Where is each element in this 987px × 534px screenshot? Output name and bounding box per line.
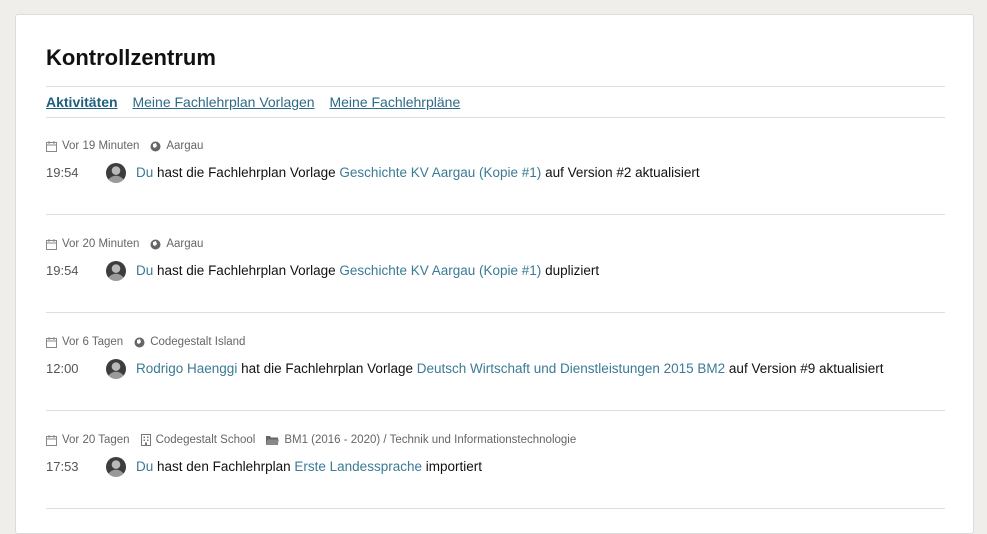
activity-line: 19:54 Du hast die Fachlehrplan Vorlage G… [46, 260, 599, 282]
activity-meta: Vor 19 Minuten Aargau [46, 138, 945, 154]
activity-text: hast die Fachlehrplan Vorlage [157, 263, 336, 278]
activity-location-label: Aargau [166, 238, 204, 250]
activity-text: hat die Fachlehrplan Vorlage [241, 361, 413, 376]
object-link[interactable]: Geschichte KV Aargau (Kopie #1) [339, 260, 541, 282]
calendar-icon [46, 336, 57, 348]
globe-icon [134, 337, 145, 347]
avatar [106, 163, 126, 183]
folder-icon [266, 436, 280, 445]
activity-location-label: Aargau [166, 140, 204, 152]
actor-link[interactable]: Du [136, 260, 153, 282]
activity-folder: BM1 (2016 - 2020) / Technik und Informat… [266, 432, 576, 448]
globe-icon [150, 239, 161, 249]
control-center-panel: Kontrollzentrum Aktivitäten Meine Fachle… [15, 14, 974, 534]
activity-text: auf Version #2 aktualisiert [545, 165, 700, 180]
object-link[interactable]: Geschichte KV Aargau (Kopie #1) [339, 162, 541, 184]
activity-line: 17:53 Du hast den Fachlehrplan Erste Lan… [46, 456, 482, 478]
page-title: Kontrollzentrum [46, 45, 216, 70]
activity-time: 12:00 [46, 361, 79, 376]
tab-bar: Aktivitäten Meine Fachlehrplan Vorlagen … [46, 94, 471, 110]
activity-item: Vor 6 Tagen Codegestalt Island 12:00 Rod… [46, 334, 945, 411]
tab-aktivitaeten[interactable]: Aktivitäten [46, 94, 118, 110]
object-link[interactable]: Erste Landessprache [294, 456, 422, 478]
activity-text: dupliziert [545, 263, 600, 278]
activity-school: Codegestalt School [140, 432, 256, 448]
activity-item: Vor 20 Tagen Codegestalt School BM1 (201… [46, 432, 945, 509]
activity-meta: Vor 6 Tagen Codegestalt Island [46, 334, 945, 350]
globe-icon [150, 141, 161, 151]
activity-location-label: Codegestalt Island [150, 336, 246, 348]
avatar [106, 261, 126, 281]
actor-link[interactable]: Du [136, 162, 153, 184]
activity-ago: Vor 19 Minuten [62, 140, 140, 152]
avatar [106, 359, 126, 379]
actor-link[interactable]: Du [136, 456, 153, 478]
activity-location: Aargau [150, 138, 203, 154]
activity-ago: Vor 6 Tagen [62, 336, 124, 348]
tab-meine-fachlehrplaene[interactable]: Meine Fachlehrpläne [329, 94, 460, 110]
activity-date: Vor 20 Minuten [46, 236, 139, 252]
activity-text: hast die Fachlehrplan Vorlage [157, 165, 336, 180]
activity-meta: Vor 20 Minuten Aargau [46, 236, 945, 252]
activity-time: 17:53 [46, 459, 79, 474]
activity-text: importiert [425, 459, 482, 474]
activity-ago: Vor 20 Tagen [62, 434, 130, 446]
divider [46, 508, 945, 509]
divider [46, 214, 945, 215]
activity-meta: Vor 20 Tagen Codegestalt School BM1 (201… [46, 432, 945, 448]
calendar-icon [46, 140, 57, 152]
activity-text: hast den Fachlehrplan [157, 459, 291, 474]
calendar-icon [46, 434, 57, 446]
activity-date: Vor 20 Tagen [46, 432, 130, 448]
activity-date: Vor 19 Minuten [46, 138, 139, 154]
activity-ago: Vor 20 Minuten [62, 238, 140, 250]
activity-item: Vor 19 Minuten Aargau 19:54 Du hast die … [46, 138, 945, 215]
tab-meine-fachlehrplan-vorlagen[interactable]: Meine Fachlehrplan Vorlagen [132, 94, 314, 110]
activity-line: 19:54 Du hast die Fachlehrplan Vorlage G… [46, 162, 700, 184]
object-link[interactable]: Deutsch Wirtschaft und Dienstleistungen … [417, 358, 725, 380]
activity-item: Vor 20 Minuten Aargau 19:54 Du hast die … [46, 236, 945, 313]
activity-location: Aargau [150, 236, 203, 252]
activity-time: 19:54 [46, 165, 79, 180]
divider [46, 410, 945, 411]
activity-school-label: Codegestalt School [155, 434, 256, 446]
calendar-icon [46, 238, 57, 250]
divider [46, 117, 945, 118]
activity-date: Vor 6 Tagen [46, 334, 123, 350]
actor-link[interactable]: Rodrigo Haenggi [136, 358, 237, 380]
activity-location: Codegestalt Island [134, 334, 245, 350]
building-icon [140, 434, 151, 446]
divider [46, 86, 945, 87]
activity-time: 19:54 [46, 263, 79, 278]
avatar [106, 457, 126, 477]
activity-text: auf Version #9 aktualisiert [728, 361, 884, 376]
activity-line: 12:00 Rodrigo Haenggi hat die Fachlehrpl… [46, 358, 884, 380]
divider [46, 312, 945, 313]
activity-folder-label: BM1 (2016 - 2020) / Technik und Informat… [284, 434, 577, 446]
